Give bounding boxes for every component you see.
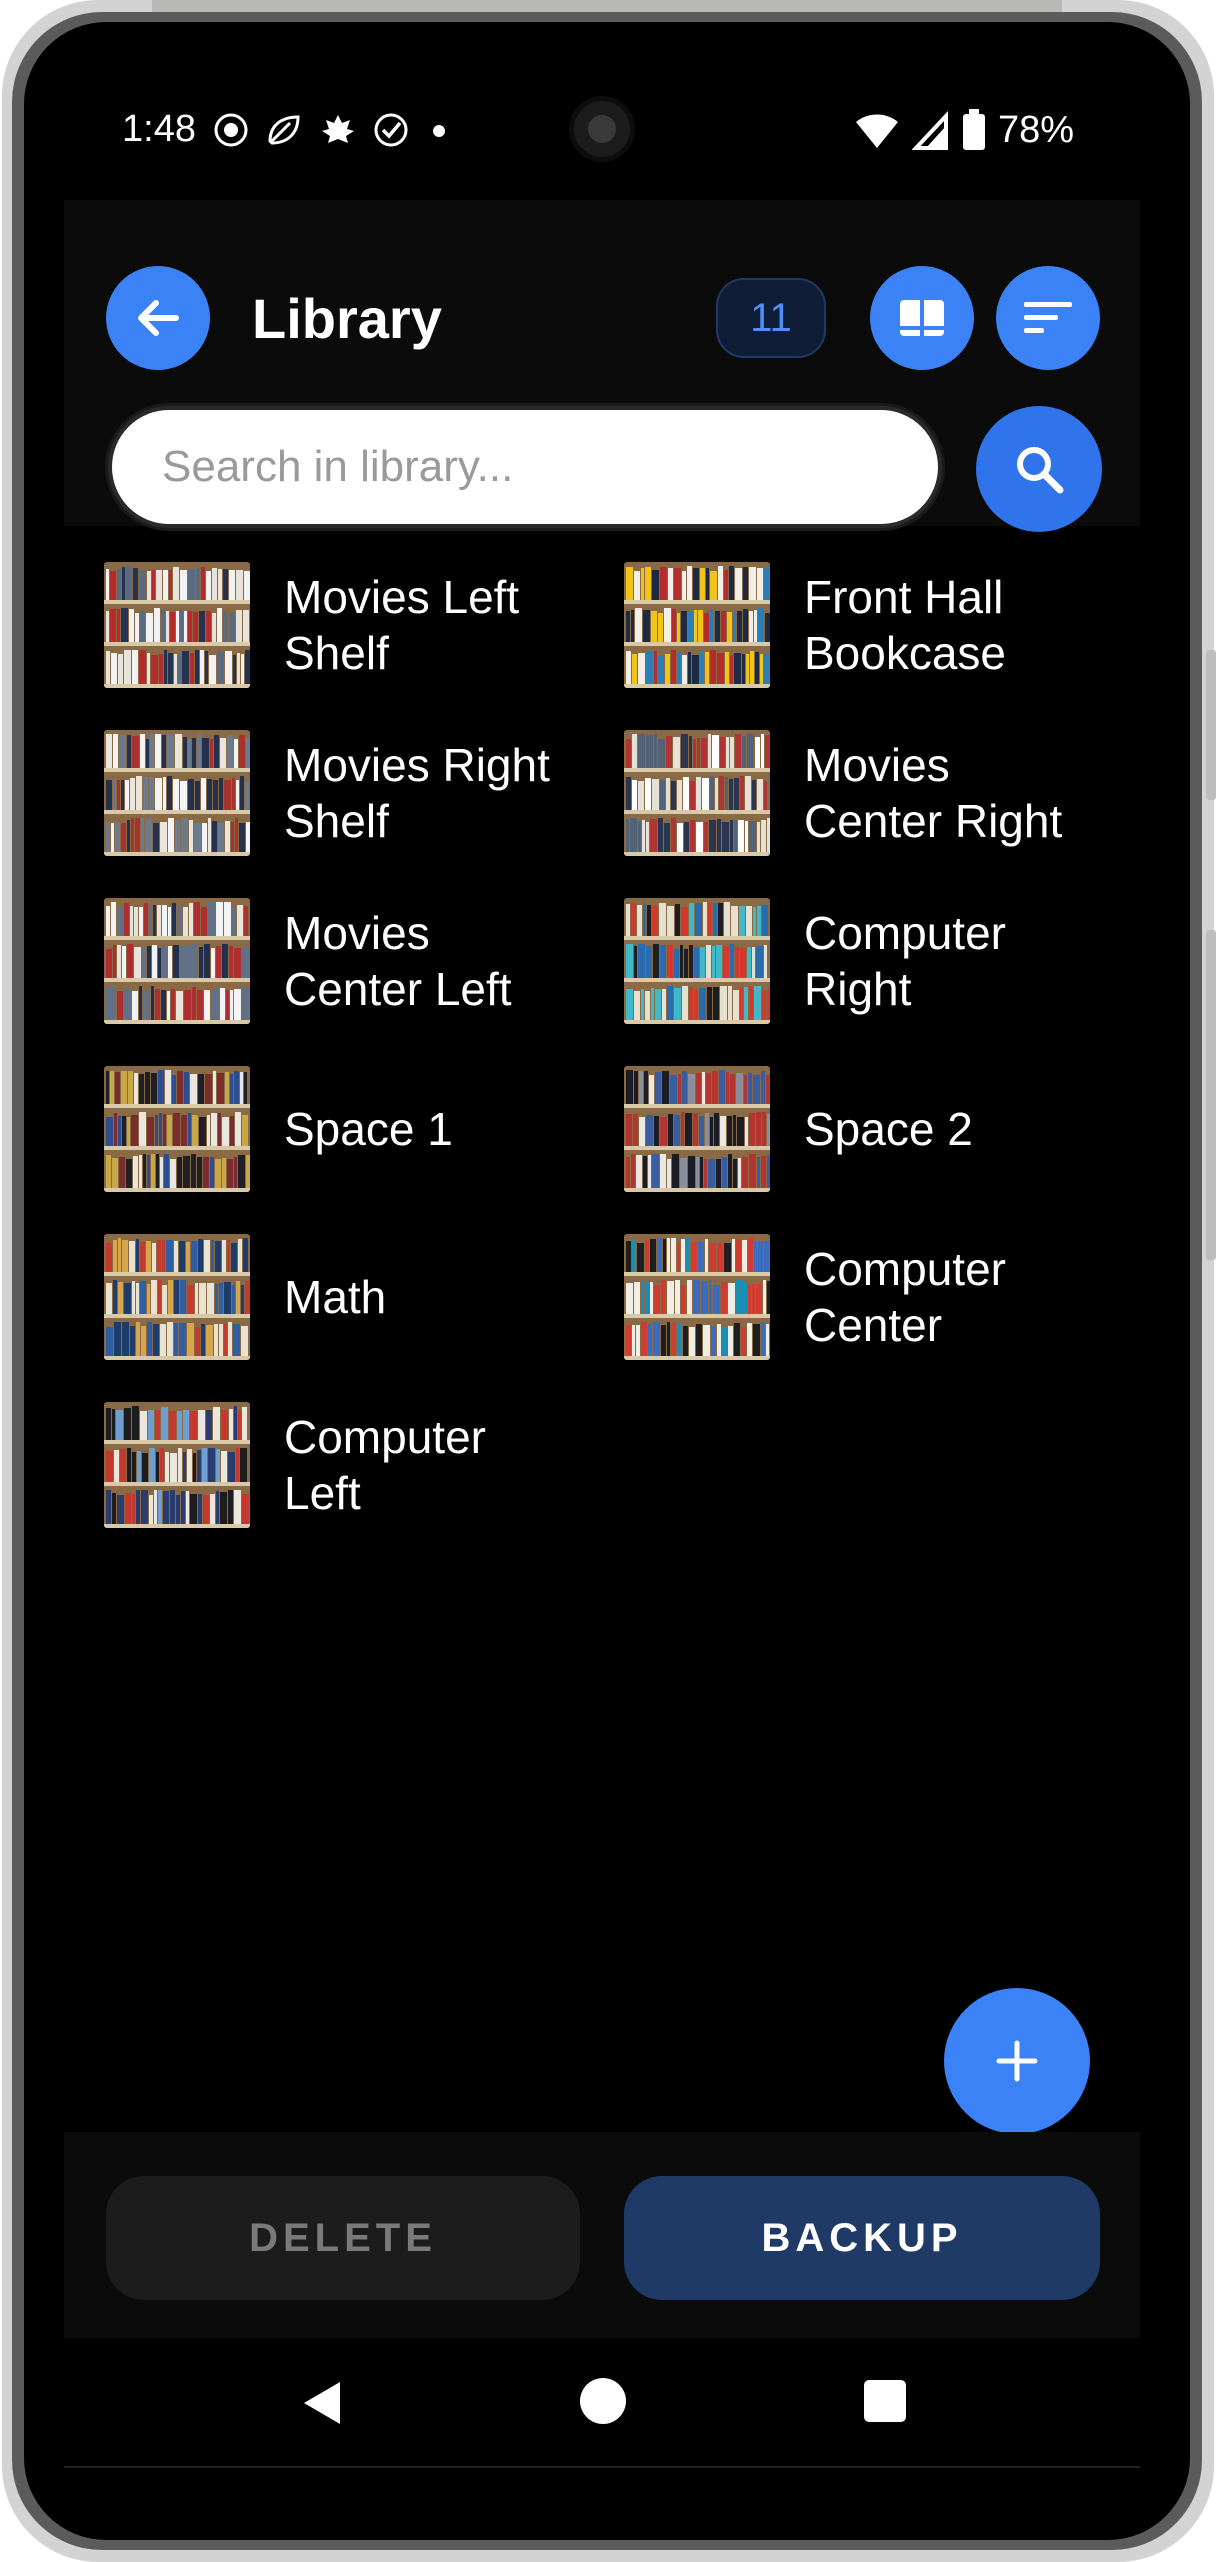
bookshelf-image (624, 898, 770, 1024)
shelf-item-movies-center-right[interactable]: Movies Center Right (624, 728, 1094, 858)
search-button[interactable] (976, 406, 1102, 532)
check-circle-icon (374, 113, 408, 147)
notification-dot-icon (433, 125, 445, 137)
shelf-thumbnail (624, 730, 770, 856)
battery-icon (962, 109, 985, 150)
shelf-thumbnail (624, 1066, 770, 1192)
shelf-label: Computer Right (804, 907, 1006, 1015)
shelf-item-math[interactable]: Math (104, 1232, 574, 1362)
shelf-thumbnail (104, 730, 250, 856)
battery-percent: 78% (997, 108, 1074, 151)
book-open-icon (900, 300, 944, 336)
shelf-item-computer-center[interactable]: Computer Center (624, 1232, 1094, 1362)
back-button[interactable] (106, 266, 210, 370)
bookshelf-image (104, 562, 250, 688)
arrow-left-icon (138, 300, 179, 336)
view-toggle-button[interactable] (870, 266, 974, 370)
shelf-label: Computer Center (804, 1243, 1006, 1351)
shelf-label: Space 2 (804, 1103, 973, 1155)
nav-recents-icon[interactable] (864, 2380, 906, 2422)
shelf-item-movies-center-left[interactable]: Movies Center Left (104, 896, 574, 1026)
bookshelf-image (104, 898, 250, 1024)
shelf-label: Movies Right Shelf (284, 739, 550, 847)
shelf-thumbnail (624, 562, 770, 688)
page-title: Library (252, 287, 442, 350)
maple-leaf-icon (322, 115, 354, 143)
shelf-item-movies-right-shelf[interactable]: Movies Right Shelf (104, 728, 574, 858)
shelf-label: Front Hall Bookcase (804, 571, 1007, 679)
search-icon (1017, 447, 1064, 494)
notification-icons (212, 110, 454, 150)
sort-button[interactable] (996, 266, 1100, 370)
screen-record-icon (214, 113, 248, 147)
status-bar: 1:48 78% (64, 34, 1140, 200)
shelf-thumbnail (104, 562, 250, 688)
shelf-thumbnail (104, 898, 250, 1024)
add-shelf-button[interactable] (944, 1988, 1090, 2134)
device-chin-line (64, 2466, 1140, 2468)
status-right-icons: 78% (854, 108, 1074, 152)
front-camera (569, 96, 635, 162)
shelf-item-space-2[interactable]: Space 2 (624, 1064, 1094, 1194)
bookshelf-image (624, 562, 770, 688)
shelf-item-computer-right[interactable]: Computer Right (624, 896, 1094, 1026)
bookshelf-image (104, 1066, 250, 1192)
shelf-item-space-1[interactable]: Space 1 (104, 1064, 574, 1194)
shelf-label: Math (284, 1271, 387, 1323)
sort-lines-icon (1024, 302, 1072, 333)
bookshelf-image (624, 1066, 770, 1192)
shelf-label: Movies Center Right (804, 739, 1063, 847)
shelf-thumbnail (624, 898, 770, 1024)
nav-home-icon[interactable] (580, 2378, 626, 2424)
shelf-label: Computer Left (284, 1411, 486, 1519)
shelf-item-movies-left-shelf[interactable]: Movies Left Shelf (104, 560, 574, 690)
leaf-app-icon (268, 115, 300, 145)
shelf-thumbnail (104, 1234, 250, 1360)
delete-button[interactable]: DELETE (106, 2176, 580, 2300)
screen: 1:48 78% Library 11 Search in library...… (64, 34, 1140, 2464)
app-header: Library 11 (64, 200, 1140, 532)
signal-icon (911, 110, 948, 150)
shelf-thumbnail (104, 1066, 250, 1192)
shelf-label: Movies Left Shelf (284, 571, 520, 679)
shelf-item-computer-left[interactable]: Computer Left (104, 1400, 574, 1530)
item-count-badge: 11 (716, 278, 826, 358)
bookshelf-image (104, 1402, 250, 1528)
bookshelf-image (104, 1234, 250, 1360)
nav-back-icon[interactable] (300, 2380, 344, 2426)
shelf-label: Movies Center Left (284, 907, 512, 1015)
power-button (1206, 930, 1216, 1260)
bookshelf-image (624, 730, 770, 856)
shelf-thumbnail (624, 1234, 770, 1360)
bottom-action-bar: DELETE BACKUP (64, 2132, 1140, 2338)
plus-icon (996, 2040, 1038, 2082)
shelf-label: Space 1 (284, 1103, 453, 1155)
system-nav-bar (64, 2338, 1140, 2464)
wifi-icon (855, 114, 898, 148)
bookshelf-image (104, 730, 250, 856)
bookshelf-image (624, 1234, 770, 1360)
search-input[interactable] (108, 406, 942, 528)
backup-button[interactable]: BACKUP (624, 2176, 1100, 2300)
shelf-item-front-hall-bookcase[interactable]: Front Hall Bookcase (624, 560, 1094, 690)
shelf-thumbnail (104, 1402, 250, 1528)
volume-button (1206, 650, 1216, 800)
status-time: 1:48 (122, 108, 196, 150)
